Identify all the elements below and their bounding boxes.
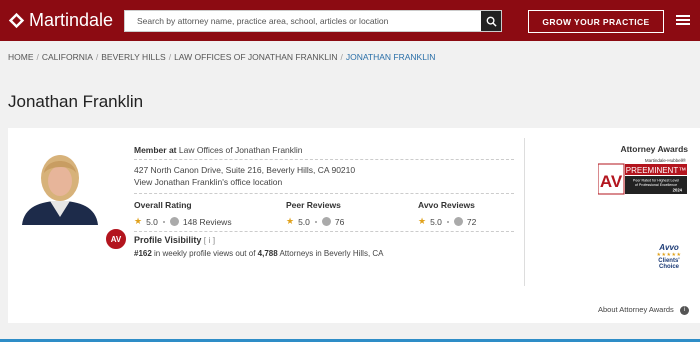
av-rating-badge[interactable]: AV [105, 228, 127, 250]
martindale-logo[interactable]: Martindale [8, 10, 113, 31]
breadcrumb-beverly-hills[interactable]: BEVERLY HILLS [101, 52, 165, 62]
page-title: Jonathan Franklin [8, 92, 144, 111]
preeminent-subtitle-2: of Professional Excellence [635, 183, 677, 187]
office-location-link[interactable]: View Jonathan Franklin's office location [134, 177, 282, 187]
av-preeminent-award[interactable]: Martindale-Hubbell® AV PREEMINENT™ Peer … [598, 157, 688, 196]
vertical-divider [524, 138, 525, 286]
avvo-reviews: Avvo Reviews ★ 5.0 72 [418, 200, 538, 227]
star-icon: ★ [418, 216, 427, 226]
logo-text: Martindale [29, 10, 114, 30]
visibility-text-a: in weekly profile views out of [154, 249, 256, 258]
member-at-label: Member at [134, 145, 177, 155]
grow-your-practice-button[interactable]: GROW YOUR PRACTICE [528, 10, 664, 33]
peer-reviews-title: Peer Reviews [286, 200, 341, 210]
breadcrumb-home[interactable]: HOME [8, 52, 34, 62]
firm-name-link[interactable]: Law Offices of Jonathan Franklin [179, 145, 303, 155]
overall-rating: Overall Rating ★ 5.0 148 Reviews [134, 200, 254, 227]
breadcrumb: HOME / CALIFORNIA / BEVERLY HILLS / LAW OFFICE… [8, 52, 435, 62]
peer-review-count[interactable]: 76 [335, 217, 344, 227]
preeminent-word: PREEMINENT™ [626, 166, 686, 175]
star-icon: ★ [286, 216, 295, 226]
divider [134, 193, 514, 194]
avvo-review-count[interactable]: 72 [467, 217, 476, 227]
info-icon: i [679, 305, 689, 315]
divider [134, 159, 514, 160]
breadcrumb-separator: / [340, 52, 343, 62]
attorney-photo-area: AV [20, 145, 127, 250]
peer-rating-value: 5.0 [298, 216, 310, 227]
dot-separator [314, 220, 317, 223]
attorney-photo [20, 145, 100, 225]
breadcrumb-separator: / [36, 52, 39, 62]
review-count-icon [321, 217, 331, 226]
search-box [124, 10, 502, 32]
breadcrumb-separator: / [95, 52, 99, 62]
top-nav-bar: Martindale GROW YOUR PRACTICE [0, 0, 700, 41]
dot-separator [446, 220, 449, 223]
overall-rating-title: Overall Rating [134, 200, 192, 210]
search-icon [486, 16, 497, 27]
about-awards-label: About Attorney Awards [598, 305, 674, 314]
peer-reviews: Peer Reviews ★ 5.0 76 [286, 200, 406, 227]
preeminent-brand: Martindale-Hubbell® [645, 157, 687, 163]
breadcrumb-separator: / [168, 52, 172, 62]
search-input[interactable] [125, 11, 481, 31]
star-icon: ★ [134, 216, 143, 226]
search-button[interactable] [481, 11, 501, 31]
member-at-line: Member at Law Offices of Jonathan Frankl… [134, 145, 303, 155]
about-attorney-awards-link[interactable]: About Attorney Awards i [598, 305, 689, 315]
breadcrumb-california[interactable]: CALIFORNIA [42, 52, 93, 62]
attorney-profile-card: AV Member at Law Offices of Jonathan Fra… [8, 128, 700, 323]
weekly-views-text: #162 in weekly profile views out of 4,78… [134, 249, 384, 258]
divider [134, 231, 514, 232]
visibility-total: 4,788 [257, 249, 278, 258]
office-address: 427 North Canon Drive, Suite 216, Beverl… [134, 165, 356, 175]
breadcrumb-current: JONATHAN FRANKLIN [345, 52, 436, 62]
avvo-reviews-title: Avvo Reviews [418, 200, 475, 210]
profile-visibility-info-icon[interactable]: [ i ] [204, 235, 215, 245]
hamburger-menu-icon[interactable] [676, 13, 690, 27]
avvo-clients-choice-badge[interactable]: Avvo ★★★★★ Clients' Choice [648, 243, 690, 270]
avvo-rating-value: 5.0 [430, 216, 442, 227]
profile-visibility-title: Profile Visibility [134, 235, 202, 245]
dot-separator [162, 220, 165, 223]
preeminent-subtitle-1: Peer Rated for Highest Level [633, 179, 679, 183]
attorney-awards-title: Attorney Awards [620, 144, 688, 154]
overall-review-count[interactable]: 148 Reviews [183, 217, 232, 227]
visibility-text-b: Attorneys in Beverly Hills, CA [279, 249, 384, 258]
avvo-clients-choice-text: Clients' Choice [658, 258, 680, 270]
review-count-icon [169, 217, 179, 226]
visibility-rank: #162 [134, 249, 152, 258]
avvo-logo-text: Avvo [659, 243, 679, 252]
overall-rating-value: 5.0 [146, 216, 158, 227]
martindale-diamond-icon [8, 12, 25, 29]
preeminent-av-mark: AV [600, 172, 623, 191]
preeminent-year: 2024 [673, 188, 683, 193]
profile-visibility: Profile Visibility [ i ] [134, 235, 215, 245]
review-count-icon [453, 217, 463, 226]
breadcrumb-law-offices[interactable]: LAW OFFICES OF JONATHAN FRANKLIN [174, 52, 337, 62]
